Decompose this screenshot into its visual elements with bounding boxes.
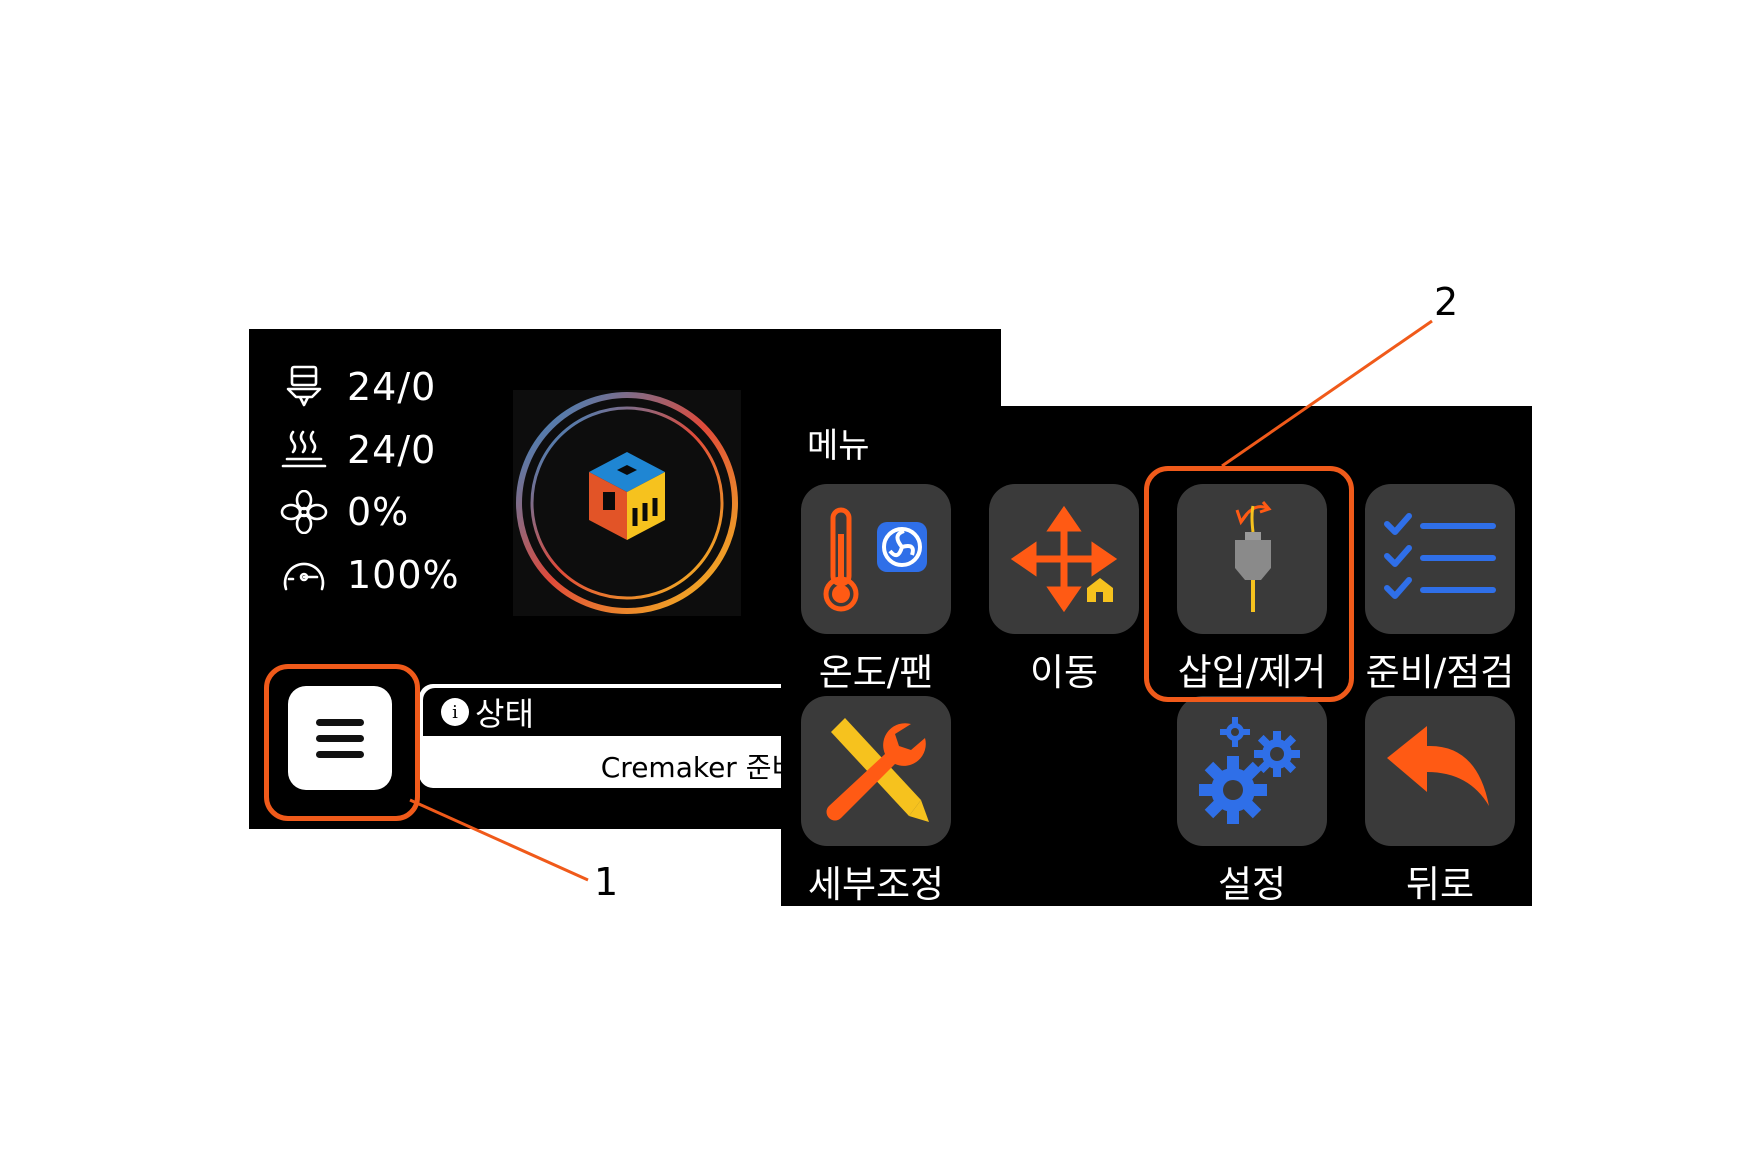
back-button[interactable] — [1365, 696, 1515, 846]
callout-number-2: 2 — [1434, 280, 1459, 324]
heated-bed-icon — [277, 424, 331, 476]
bed-temp-row: 24/0 — [277, 424, 436, 476]
back-label: 뒤로 — [1405, 863, 1475, 906]
fine-tune-button[interactable] — [801, 696, 951, 846]
fan-icon — [277, 486, 331, 538]
fan-speed-row: 0% — [277, 486, 409, 538]
fan-speed-value: 0% — [347, 490, 410, 534]
move-button[interactable] — [989, 484, 1139, 634]
bed-temp-value: 24/0 — [347, 428, 437, 472]
temperature-fan-label: 온도/팬 — [818, 651, 934, 694]
status-title: 상태 — [475, 695, 534, 733]
prepare-check-button[interactable] — [1365, 484, 1515, 634]
settings-label: 설정 — [1217, 863, 1287, 906]
nozzle-temp-value: 24/0 — [347, 365, 437, 409]
callout-number-1: 1 — [594, 860, 619, 904]
move-arrows-home-icon — [1010, 505, 1118, 613]
print-speed-row: 100% — [277, 549, 460, 601]
tools-icon — [826, 718, 929, 822]
callout-2-highlight — [1144, 466, 1354, 702]
move-label: 이동 — [1029, 651, 1099, 694]
settings-button[interactable] — [1177, 696, 1327, 846]
temperature-fan-button[interactable] — [801, 484, 951, 634]
checklist-icon — [1384, 513, 1496, 599]
nozzle-icon — [277, 361, 331, 413]
fine-tune-label: 세부조정 — [807, 863, 945, 906]
nozzle-temp-row: 24/0 — [277, 361, 436, 413]
prepare-check-label: 준비/점검 — [1365, 651, 1515, 694]
menu-title: 메뉴 — [807, 426, 870, 466]
info-icon: i — [441, 698, 469, 726]
print-speed-value: 100% — [347, 553, 460, 597]
back-arrow-icon — [1387, 726, 1489, 806]
callout-1-highlight — [264, 664, 420, 821]
gears-icon — [1199, 717, 1300, 824]
thermometer-fan-icon — [823, 507, 927, 612]
speed-gauge-icon — [277, 549, 331, 601]
cremaker-cube-logo — [513, 390, 741, 616]
